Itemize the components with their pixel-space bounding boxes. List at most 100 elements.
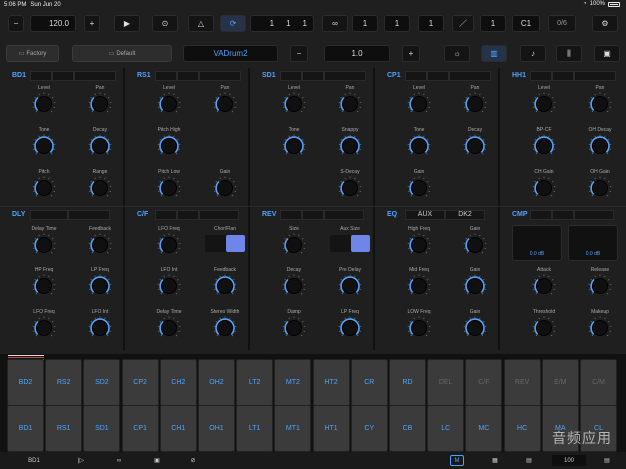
knob-sd1-2[interactable]: Tone <box>264 127 324 158</box>
knob-dial-icon[interactable] <box>588 316 612 340</box>
section-spacer[interactable] <box>324 70 366 81</box>
knob-rev-4[interactable]: Damp <box>264 309 324 340</box>
knob-cmp-0[interactable]: Attack <box>514 267 574 298</box>
settings-icon[interactable] <box>155 70 177 81</box>
settings-icon[interactable] <box>530 209 552 220</box>
knob-eq-0[interactable]: High Freq <box>389 226 449 257</box>
settings-icon[interactable] <box>155 209 177 220</box>
knob-dial-icon[interactable] <box>88 316 112 340</box>
pad-cr[interactable]: CR <box>350 359 388 406</box>
knob-dial-icon[interactable] <box>157 316 181 340</box>
knob-hh1-3[interactable]: OH Decay <box>570 127 626 158</box>
knob-dial-icon[interactable] <box>282 274 306 298</box>
grid-icon[interactable]: ▦ <box>488 455 502 466</box>
knob-eq-2[interactable]: Mid Freq <box>389 267 449 298</box>
knob-dial-icon[interactable] <box>588 134 612 158</box>
eq-tab-dk2[interactable]: DK2 <box>445 209 485 220</box>
sync-icon[interactable] <box>302 209 324 220</box>
mixer-slider-icon[interactable] <box>302 70 324 81</box>
knob-dial-icon[interactable] <box>157 233 181 257</box>
knob-dly-2[interactable]: HP Freq <box>14 267 74 298</box>
knob-dial-icon[interactable] <box>32 176 56 200</box>
sync-button[interactable]: ⟳ <box>220 15 246 32</box>
knob-dial-icon[interactable] <box>282 134 306 158</box>
knob-dial-icon[interactable] <box>32 134 56 158</box>
knob-rs1-2[interactable]: Pitch High <box>139 127 199 158</box>
record-button[interactable]: ⊙ <box>152 15 178 32</box>
eq-tab-aux[interactable]: AUX <box>405 209 445 220</box>
knob-dial-icon[interactable] <box>338 134 362 158</box>
knob-dial-icon[interactable] <box>338 92 362 116</box>
pad-rev[interactable]: REV <box>503 359 541 406</box>
knob-dial-icon[interactable] <box>588 92 612 116</box>
pad-mt2[interactable]: MT2 <box>274 359 312 406</box>
pad-hc[interactable]: HC <box>503 405 541 452</box>
knob-dly-5[interactable]: LFO Int <box>70 309 130 340</box>
knob-dial-icon[interactable] <box>213 274 237 298</box>
preset-value-field[interactable]: 1.0 <box>324 45 390 62</box>
knob-cmp-2[interactable]: Threshold <box>514 309 574 340</box>
bank-button[interactable]: ▭ Factory <box>6 45 59 62</box>
pad-rs1[interactable]: RS1 <box>45 405 83 452</box>
loop-length-field[interactable]: 1 <box>384 15 410 32</box>
knob-dial-icon[interactable] <box>463 134 487 158</box>
keyboard-icon[interactable]: ▥ <box>481 45 507 62</box>
knob-dial-icon[interactable] <box>463 316 487 340</box>
knob-cf-5[interactable]: Stereo Width <box>195 309 255 340</box>
midi-m-icon[interactable]: M <box>450 455 464 466</box>
track-label[interactable]: BD1 <box>14 455 54 466</box>
knob-sd1-3[interactable]: Snappy <box>320 127 380 158</box>
knob-hh1-4[interactable]: CH Gain <box>514 169 574 200</box>
knob-dly-4[interactable]: LFO Freq <box>14 309 74 340</box>
mixer-slider-icon[interactable] <box>177 70 199 81</box>
note-icon[interactable]: ♪ <box>520 45 546 62</box>
knob-hh1-1[interactable]: Pan <box>570 85 626 116</box>
knob-bd1-0[interactable]: Level <box>14 85 74 116</box>
knob-dial-icon[interactable] <box>282 92 306 116</box>
section-spacer[interactable] <box>449 70 491 81</box>
preset-decrement-button[interactable]: − <box>290 45 308 62</box>
calendar-icon[interactable]: ▤ <box>522 455 536 466</box>
knob-hh1-2[interactable]: BP-CF <box>514 127 574 158</box>
knob-dly-0[interactable]: Delay Time <box>14 226 74 257</box>
knob-rs1-1[interactable]: Pan <box>195 85 255 116</box>
knob-eq-1[interactable]: Gain <box>445 226 505 257</box>
pad-bd1[interactable]: BD1 <box>7 405 44 452</box>
knob-dial-icon[interactable] <box>338 274 362 298</box>
knob-cf-2[interactable]: LFO Int <box>139 267 199 298</box>
pad-sd2[interactable]: SD2 <box>83 359 121 406</box>
knob-dial-icon[interactable] <box>32 316 56 340</box>
section-spacer[interactable] <box>199 70 241 81</box>
mixer-icon[interactable]: ⫼ <box>556 45 582 62</box>
knob-dly-3[interactable]: LP Freq <box>70 267 130 298</box>
knob-dial-icon[interactable] <box>407 92 431 116</box>
tempo-decrement-button[interactable]: − <box>8 15 24 32</box>
pad-cm[interactable]: C/M <box>580 359 617 406</box>
knob-rev-5[interactable]: LP Freq <box>320 309 380 340</box>
knob-dial-icon[interactable] <box>532 176 556 200</box>
knob-cmp-1[interactable]: Release <box>570 267 626 298</box>
knob-cf-0[interactable]: LFO Freq <box>139 226 199 257</box>
brightness-icon[interactable]: ☼ <box>444 45 470 62</box>
pad-cy[interactable]: CY <box>350 405 388 452</box>
mute-icon[interactable]: ⊘ <box>182 455 204 466</box>
knob-hh1-0[interactable]: Level <box>514 85 574 116</box>
preset-name-field[interactable]: VADrum2 <box>183 45 278 62</box>
knob-dial-icon[interactable] <box>213 176 237 200</box>
mixer-slider-icon[interactable] <box>427 70 449 81</box>
knob-cp1-3[interactable]: Decay <box>445 127 505 158</box>
screen-icon[interactable]: ▣ <box>146 455 168 466</box>
knob-dial-icon[interactable] <box>588 274 612 298</box>
knob-dial-icon[interactable] <box>32 233 56 257</box>
knob-eq-5[interactable]: Gain <box>445 309 505 340</box>
pad-cb[interactable]: CB <box>389 405 426 452</box>
knob-bd1-3[interactable]: Decay <box>70 127 130 158</box>
knob-rs1-0[interactable]: Level <box>139 85 199 116</box>
mixer-slider-icon[interactable] <box>552 70 574 81</box>
knob-dial-icon[interactable] <box>32 274 56 298</box>
knob-dial-icon[interactable] <box>532 274 556 298</box>
knob-dial-icon[interactable] <box>407 176 431 200</box>
knob-cp1-1[interactable]: Pan <box>445 85 505 116</box>
pad-lt2[interactable]: LT2 <box>236 359 274 406</box>
position-field[interactable]: 1 1 1 <box>250 15 314 32</box>
